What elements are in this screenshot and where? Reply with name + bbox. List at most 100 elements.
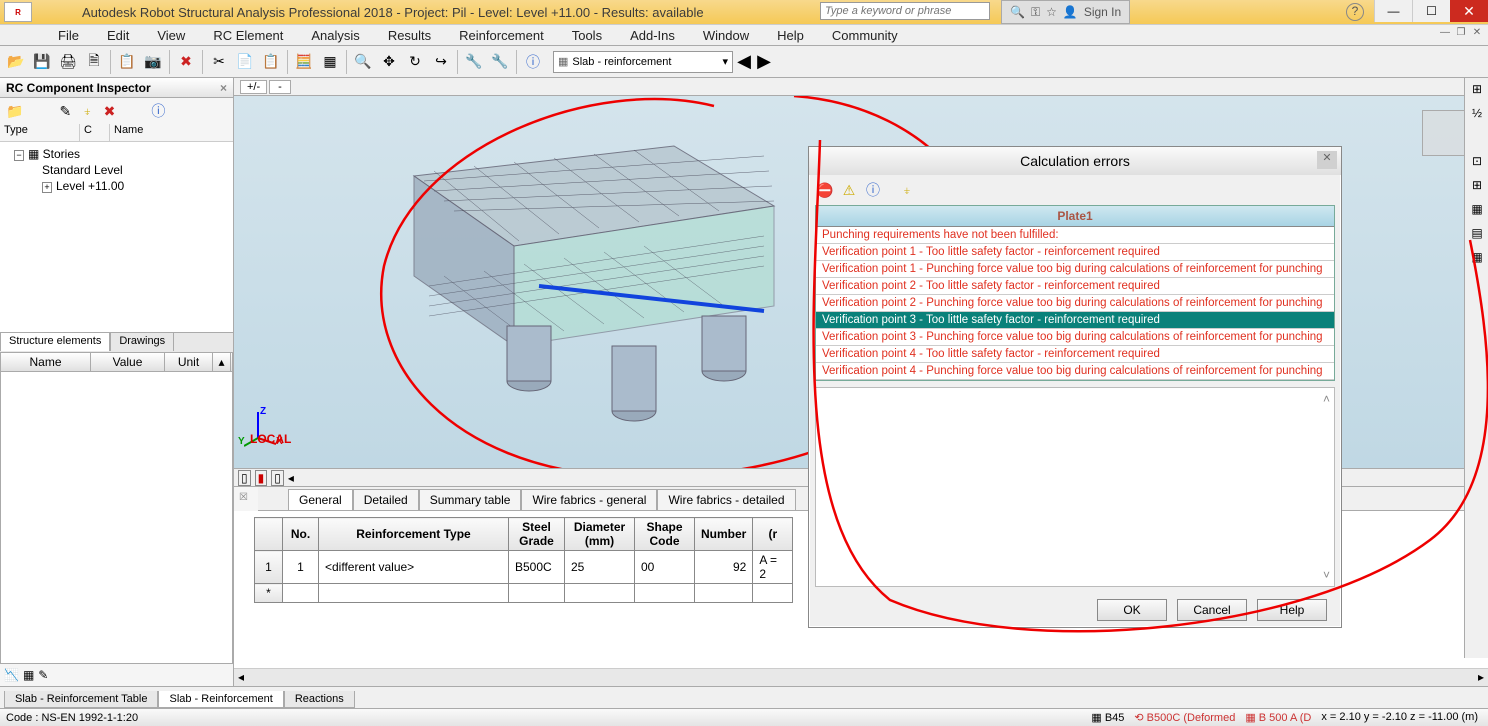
inspector-close-icon[interactable]: × — [220, 81, 227, 95]
search-input[interactable] — [820, 2, 990, 20]
results-table[interactable]: No. Reinforcement Type Steel Grade Diame… — [254, 517, 793, 603]
tab-reinf-table[interactable]: Slab - Reinforcement Table — [4, 691, 158, 708]
delete-icon[interactable]: ✖ — [174, 50, 198, 74]
grid-icon[interactable]: ▦ — [23, 668, 34, 682]
menu-tools[interactable]: Tools — [558, 25, 616, 46]
menu-edit[interactable]: Edit — [93, 25, 143, 46]
menu-window[interactable]: Window — [689, 25, 763, 46]
col-number[interactable]: Number — [695, 518, 753, 551]
warning-icon[interactable]: ⚠ — [839, 180, 859, 200]
col-shape[interactable]: Shape Code — [635, 518, 695, 551]
inspector-tree[interactable]: −▦ Stories Standard Level +Level +11.00 — [0, 142, 233, 332]
dialog-close-icon[interactable]: ✕ — [1317, 151, 1337, 169]
redo-icon[interactable]: ↪ — [429, 50, 453, 74]
open-icon[interactable]: 📂 — [4, 50, 28, 74]
tab-detailed[interactable]: Detailed — [353, 489, 419, 510]
mdi-close-icon[interactable]: ✕ — [1470, 27, 1484, 41]
menu-community[interactable]: Community — [818, 25, 912, 46]
print-icon[interactable]: 🖨 — [56, 50, 80, 74]
tab-summary[interactable]: Summary table — [419, 489, 522, 510]
menu-rc-element[interactable]: RC Element — [199, 25, 297, 46]
tab-wf-detailed[interactable]: Wire fabrics - detailed — [657, 489, 795, 510]
calc-icon[interactable]: 🧮 — [292, 50, 316, 74]
error-row[interactable]: Verification point 3 - Too little safety… — [816, 312, 1334, 329]
property-grid[interactable] — [0, 372, 233, 664]
pan-icon[interactable]: ✥ — [377, 50, 401, 74]
rt-icon-1[interactable]: ⊞ — [1467, 82, 1487, 102]
plus-minus-button[interactable]: +/- — [240, 80, 267, 94]
menu-help[interactable]: Help — [763, 25, 818, 46]
scroll-up-icon[interactable]: ▴ — [213, 353, 231, 371]
info-icon[interactable]: ⓘ — [521, 50, 545, 74]
app-logo[interactable]: R — [4, 2, 32, 22]
table-icon[interactable]: ▦ — [318, 50, 342, 74]
nav-prev-button[interactable]: ◀ — [735, 51, 753, 73]
signin-button[interactable]: Sign In — [1084, 5, 1121, 19]
minimize-button[interactable]: — — [1374, 0, 1412, 22]
camera-icon[interactable]: 📷 — [141, 50, 165, 74]
tab-wf-general[interactable]: Wire fabrics - general — [521, 489, 657, 510]
error-row[interactable]: Punching requirements have not been fulf… — [816, 227, 1334, 244]
settings2-icon[interactable]: 🔧 — [488, 50, 512, 74]
error-row[interactable]: Verification point 4 - Punching force va… — [816, 363, 1334, 380]
cancel-button[interactable]: Cancel — [1177, 599, 1247, 621]
tab-slab-reinf[interactable]: Slab - Reinforcement — [158, 691, 283, 708]
filter2-icon[interactable]: ⍖ — [897, 180, 917, 200]
error-row[interactable]: Verification point 2 - Too little safety… — [816, 278, 1334, 295]
minus-button[interactable]: - — [269, 80, 291, 94]
col-steel[interactable]: Steel Grade — [509, 518, 565, 551]
col-r[interactable]: (r — [753, 518, 793, 551]
vp-mode3-icon[interactable]: ▯ — [271, 470, 284, 486]
person-icon[interactable]: 👤 — [1063, 5, 1078, 19]
preview-icon[interactable]: 🗎 — [82, 50, 106, 74]
col-diameter[interactable]: Diameter (mm) — [565, 518, 635, 551]
error-icon[interactable]: ⛔ — [815, 180, 835, 200]
cut-icon[interactable]: ✂ — [207, 50, 231, 74]
tab-drawings[interactable]: Drawings — [110, 332, 174, 351]
chart-icon[interactable]: 📉 — [4, 668, 19, 682]
clear-icon[interactable]: ✖ — [104, 103, 116, 120]
menu-reinforcement[interactable]: Reinforcement — [445, 25, 558, 46]
results-scrollbar[interactable]: ◂ ▸ — [234, 668, 1488, 686]
col-unit[interactable]: Unit — [165, 353, 213, 371]
col-name2[interactable]: Name — [1, 353, 91, 371]
tab-structure-elements[interactable]: Structure elements — [0, 332, 110, 351]
col-rowhdr[interactable] — [255, 518, 283, 551]
error-row[interactable]: Verification point 1 - Too little safety… — [816, 244, 1334, 261]
errors-grid[interactable]: Plate1 Punching requirements have not be… — [815, 205, 1335, 381]
expand-icon[interactable]: + — [42, 182, 52, 193]
dialog-comment-area[interactable]: ˄ ˅ — [815, 387, 1335, 587]
copy-icon[interactable]: 📄 — [233, 50, 257, 74]
help2-icon[interactable]: ⓘ — [151, 101, 165, 121]
chevron-down-icon[interactable]: ˅ — [1323, 568, 1330, 582]
rt-icon-4[interactable]: ⊞ — [1467, 178, 1487, 198]
rt-icon-7[interactable]: ▦ — [1467, 250, 1487, 270]
filter-icon[interactable]: ⍖ — [83, 103, 91, 120]
help-icon[interactable]: ? — [1346, 3, 1364, 21]
settings-icon[interactable]: 🔧 — [462, 50, 486, 74]
maximize-button[interactable]: ☐ — [1412, 0, 1450, 22]
rt-icon-5[interactable]: ▦ — [1467, 202, 1487, 222]
wand-icon[interactable]: ✎ — [59, 103, 71, 120]
error-row[interactable]: Verification point 1 - Punching force va… — [816, 261, 1334, 278]
menu-results[interactable]: Results — [374, 25, 445, 46]
col-type[interactable]: Type — [0, 124, 80, 141]
tree-item[interactable]: +Level +11.00 — [4, 178, 229, 194]
menu-view[interactable]: View — [143, 25, 199, 46]
errors-grid-header[interactable]: Plate1 — [816, 206, 1334, 227]
scroll-left-icon[interactable]: ◂ — [288, 471, 294, 485]
nav-next-button[interactable]: ▶ — [755, 51, 773, 73]
key-icon[interactable]: ⚿ — [1031, 5, 1040, 20]
collapse-icon[interactable]: − — [14, 150, 24, 161]
info2-icon[interactable]: ⓘ — [863, 180, 883, 200]
dialog-title-bar[interactable]: Calculation errors ✕ — [809, 147, 1341, 175]
rt-icon-3[interactable]: ⊡ — [1467, 154, 1487, 174]
col-no[interactable]: No. — [283, 518, 319, 551]
menu-addins[interactable]: Add-Ins — [616, 25, 689, 46]
table-row[interactable]: * — [255, 584, 793, 603]
vp-mode1-icon[interactable]: ▯ — [238, 470, 251, 486]
error-row[interactable]: Verification point 3 - Punching force va… — [816, 329, 1334, 346]
col-c[interactable]: C — [80, 124, 110, 141]
mdi-restore-icon[interactable]: ❐ — [1454, 27, 1468, 41]
paste-icon[interactable]: 📋 — [259, 50, 283, 74]
